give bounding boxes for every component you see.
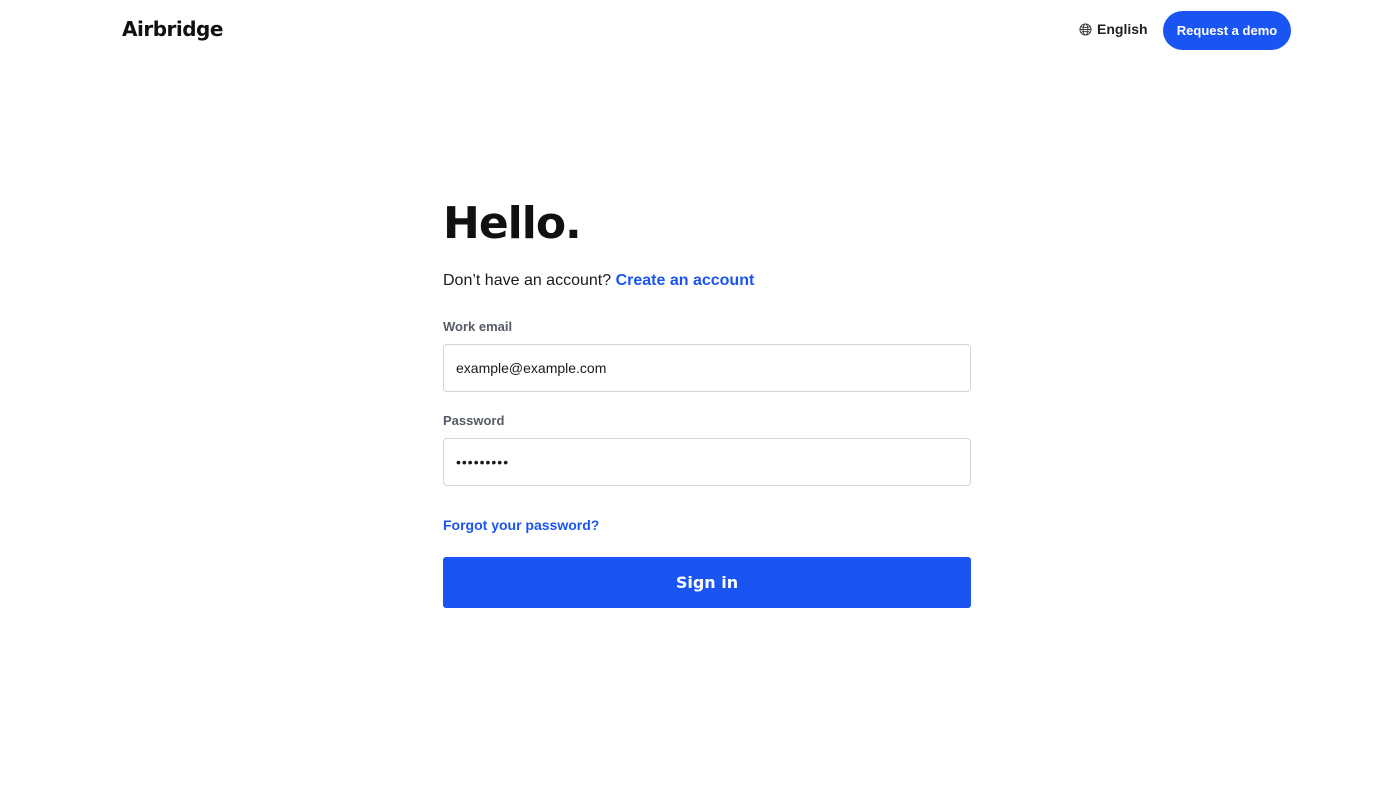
signin-form: Hello. Don’t have an account? Create an … [443,195,971,608]
password-field[interactable] [443,438,971,486]
language-selector[interactable]: English [1079,21,1148,37]
create-account-link[interactable]: Create an account [616,272,755,289]
airbridge-logo[interactable]: Airbridge [122,17,223,41]
page-title: Hello. [443,198,582,249]
signup-prompt-text: Don’t have an account? [443,272,612,289]
forgot-password-link[interactable]: Forgot your password? [443,517,599,533]
sign-in-button[interactable]: Sign in [443,557,971,608]
password-label: Password [443,413,505,428]
globe-icon [1079,22,1092,36]
language-label: English [1097,21,1148,37]
email-label: Work email [443,319,513,334]
email-field[interactable] [443,344,971,392]
top-header: Airbridge English Request a demo [0,0,1400,62]
request-demo-button[interactable]: Request a demo [1163,11,1291,50]
signup-prompt: Don’t have an account? Create an account [443,271,971,291]
